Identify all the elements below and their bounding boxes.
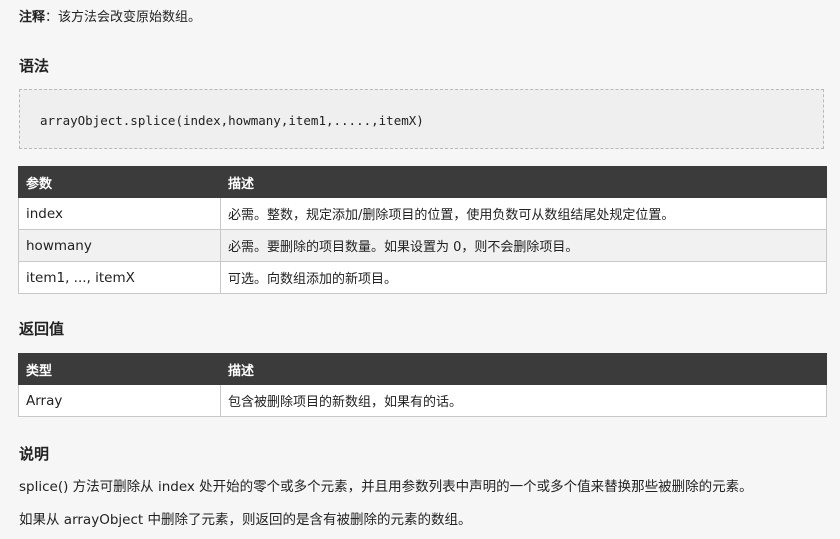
syntax-code: arrayObject.splice(index,howmany,item1,.… bbox=[40, 113, 424, 128]
note-label: 注释 bbox=[19, 10, 46, 25]
param-desc: 必需。整数，规定添加/删除项目的位置，使用负数可从数组结尾处规定位置。 bbox=[220, 197, 827, 230]
return-table: 类型 描述 Array 包含被删除项目的新数组，如果有的话。 bbox=[18, 353, 827, 417]
param-name: index bbox=[18, 197, 221, 230]
table-row: howmany 必需。要删除的项目数量。如果设置为 0，则不会删除项目。 bbox=[18, 229, 827, 262]
note-line: 注释：该方法会改变原始数组。 bbox=[19, 8, 201, 28]
description-paragraph-2: 如果从 arrayObject 中删除了元素，则返回的是含有被删除的元素的数组。 bbox=[19, 512, 472, 528]
header-desc: 描述 bbox=[220, 353, 827, 385]
syntax-code-block: arrayObject.splice(index,howmany,item1,.… bbox=[19, 89, 824, 149]
note-text: ：该方法会改变原始数组。 bbox=[45, 10, 202, 25]
param-desc: 可选。向数组添加的新项目。 bbox=[220, 261, 827, 294]
table-header-row: 类型 描述 bbox=[18, 353, 827, 385]
return-heading: 返回值 bbox=[19, 320, 65, 338]
return-desc: 包含被删除项目的新数组，如果有的话。 bbox=[220, 384, 827, 417]
table-row: item1, ..., itemX 可选。向数组添加的新项目。 bbox=[18, 261, 827, 294]
table-row: Array 包含被删除项目的新数组，如果有的话。 bbox=[18, 384, 827, 417]
param-name: howmany bbox=[18, 229, 221, 262]
header-desc: 描述 bbox=[220, 166, 827, 198]
header-type: 类型 bbox=[18, 353, 221, 385]
params-table: 参数 描述 index 必需。整数，规定添加/删除项目的位置，使用负数可从数组结… bbox=[18, 166, 827, 294]
table-header-row: 参数 描述 bbox=[18, 166, 827, 198]
header-param: 参数 bbox=[18, 166, 221, 198]
return-type: Array bbox=[18, 384, 221, 417]
param-desc: 必需。要删除的项目数量。如果设置为 0，则不会删除项目。 bbox=[220, 229, 827, 262]
description-heading: 说明 bbox=[19, 445, 50, 463]
syntax-heading: 语法 bbox=[19, 57, 50, 75]
description-paragraph-1: splice() 方法可删除从 index 处开始的零个或多个元素，并且用参数列… bbox=[19, 479, 753, 495]
table-row: index 必需。整数，规定添加/删除项目的位置，使用负数可从数组结尾处规定位置… bbox=[18, 197, 827, 230]
param-name: item1, ..., itemX bbox=[18, 261, 221, 294]
